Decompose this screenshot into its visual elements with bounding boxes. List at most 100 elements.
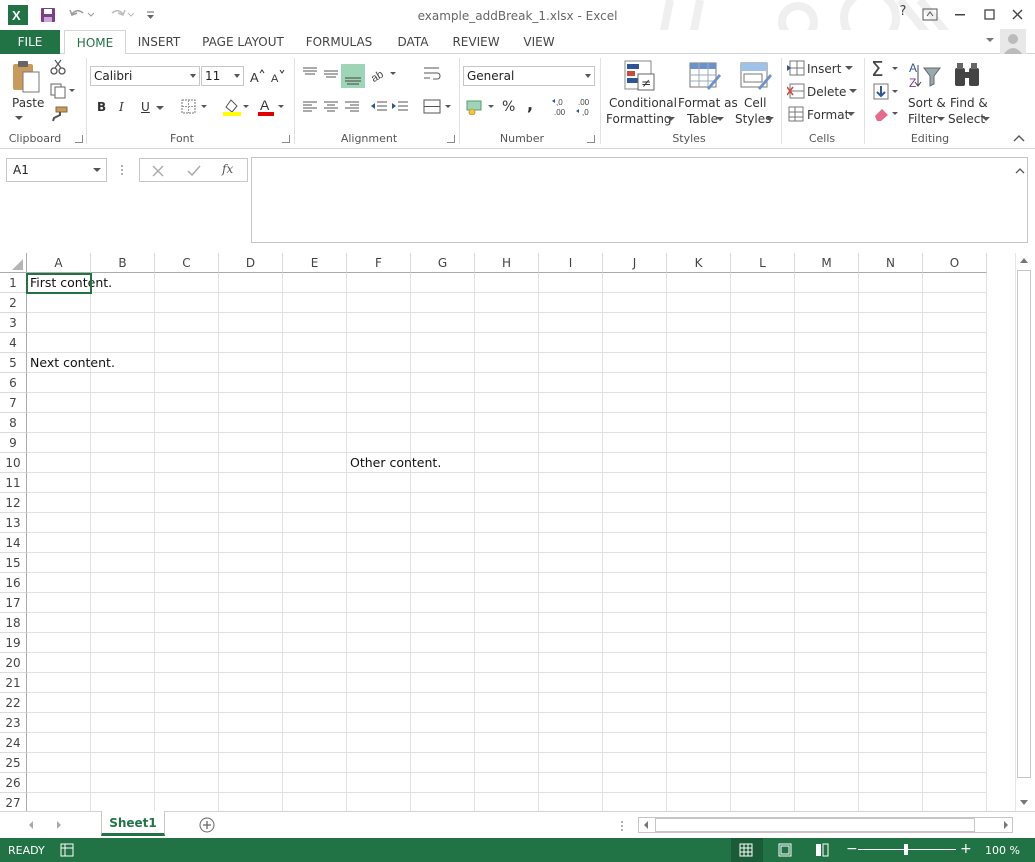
conditional-formatting-label-1[interactable]: Conditional: [609, 96, 677, 110]
normal-view-icon[interactable]: [739, 843, 753, 857]
wrap-text-icon[interactable]: [423, 66, 441, 82]
tab-splitter-icon[interactable]: [620, 819, 624, 833]
vertical-scroll-thumb[interactable]: [1017, 270, 1031, 778]
row-header-12[interactable]: 12: [0, 493, 27, 513]
row-header-13[interactable]: 13: [0, 513, 27, 533]
format-as-table-icon[interactable]: [689, 60, 721, 92]
column-header-d[interactable]: D: [219, 253, 283, 273]
increase-decimal-icon[interactable]: ,0.00: [552, 97, 570, 117]
orientation-icon[interactable]: ab: [370, 66, 398, 82]
fill-icon[interactable]: [873, 83, 901, 101]
row-header-14[interactable]: 14: [0, 533, 27, 553]
conditional-formatting-icon[interactable]: ≠: [624, 60, 656, 92]
format-as-table-dropdown-icon[interactable]: [716, 117, 724, 122]
name-box[interactable]: A1: [6, 158, 107, 182]
number-launcher-icon[interactable]: [587, 135, 595, 143]
confirm-entry-icon[interactable]: [187, 165, 201, 177]
column-header-c[interactable]: C: [155, 253, 219, 273]
find-select-label-1[interactable]: Find &: [950, 96, 988, 110]
sort-filter-label-1[interactable]: Sort &: [908, 96, 946, 110]
scroll-down-icon[interactable]: [1019, 799, 1029, 807]
page-layout-view-icon[interactable]: [778, 843, 792, 857]
collapse-ribbon-icon[interactable]: [1013, 134, 1025, 142]
insert-cells-icon[interactable]: [787, 60, 805, 76]
cell-f10[interactable]: Other content.: [347, 453, 441, 473]
bottom-align-icon[interactable]: [341, 64, 365, 88]
close-icon[interactable]: [1012, 9, 1024, 21]
zoom-level[interactable]: 100 %: [985, 844, 1020, 857]
row-header-16[interactable]: 16: [0, 573, 27, 593]
user-avatar-icon[interactable]: [1000, 29, 1026, 55]
cell-a5[interactable]: Next content.: [27, 353, 115, 373]
tab-home[interactable]: HOME: [64, 30, 126, 55]
cell-styles-dropdown-icon[interactable]: [766, 117, 774, 122]
sort-filter-dropdown-icon[interactable]: [937, 117, 945, 122]
find-select-dropdown-icon[interactable]: [982, 117, 990, 122]
horizontal-scroll-thumb[interactable]: [655, 818, 975, 832]
cut-icon[interactable]: [50, 59, 66, 75]
column-header-j[interactable]: J: [603, 253, 667, 273]
column-header-o[interactable]: O: [923, 253, 987, 273]
bold-button[interactable]: B: [97, 100, 106, 114]
insert-function-button[interactable]: fx: [222, 162, 233, 176]
decrease-indent-icon[interactable]: [370, 100, 388, 114]
scroll-up-icon[interactable]: [1019, 256, 1029, 264]
row-header-5[interactable]: 5: [0, 353, 27, 373]
insert-cells-button[interactable]: Insert: [807, 62, 841, 76]
new-sheet-icon[interactable]: [199, 817, 215, 833]
autosum-icon[interactable]: Σ: [871, 58, 901, 78]
paste-dropdown-icon[interactable]: [15, 116, 23, 121]
clipboard-launcher-icon[interactable]: [75, 135, 83, 143]
decrease-decimal-icon[interactable]: .00,0: [576, 97, 594, 117]
fill-color-icon[interactable]: [222, 97, 250, 117]
percent-style-button[interactable]: %: [502, 99, 515, 115]
tab-review[interactable]: REVIEW: [450, 30, 502, 54]
tab-insert[interactable]: INSERT: [136, 30, 182, 54]
scroll-right-icon[interactable]: [1003, 821, 1009, 829]
row-header-21[interactable]: 21: [0, 673, 27, 693]
find-select-icon[interactable]: [953, 62, 983, 90]
row-header-8[interactable]: 8: [0, 413, 27, 433]
row-header-27[interactable]: 27: [0, 793, 27, 811]
tab-page-layout[interactable]: PAGE LAYOUT: [200, 30, 286, 54]
merge-center-icon[interactable]: [423, 99, 453, 115]
row-header-19[interactable]: 19: [0, 633, 27, 653]
cancel-entry-icon[interactable]: [152, 165, 164, 177]
alignment-launcher-icon[interactable]: [447, 135, 455, 143]
column-header-e[interactable]: E: [283, 253, 347, 273]
delete-cells-icon[interactable]: [787, 83, 805, 99]
sort-filter-icon[interactable]: AZ: [908, 60, 942, 92]
top-align-icon[interactable]: [302, 66, 318, 82]
paste-icon[interactable]: [11, 60, 41, 94]
scroll-left-icon[interactable]: [643, 821, 649, 829]
format-painter-icon[interactable]: [50, 106, 68, 122]
conditional-formatting-dropdown-icon[interactable]: [667, 117, 675, 122]
column-header-k[interactable]: K: [667, 253, 731, 273]
row-header-4[interactable]: 4: [0, 333, 27, 353]
select-all-corner[interactable]: [0, 253, 27, 273]
copy-icon[interactable]: [50, 83, 76, 99]
font-size-select[interactable]: 11: [201, 66, 244, 86]
delete-dropdown-icon[interactable]: [849, 89, 857, 94]
font-launcher-icon[interactable]: [282, 135, 290, 143]
increase-indent-icon[interactable]: [391, 100, 409, 114]
font-family-select[interactable]: Calibri: [90, 66, 200, 86]
accounting-format-icon[interactable]: [466, 99, 496, 115]
maximize-icon[interactable]: [984, 9, 996, 21]
paste-button[interactable]: Paste: [12, 96, 44, 110]
sort-filter-label-2[interactable]: Filter: [908, 112, 938, 126]
number-format-select[interactable]: General: [463, 66, 595, 86]
borders-icon[interactable]: [181, 99, 209, 115]
insert-dropdown-icon[interactable]: [845, 66, 853, 71]
column-header-g[interactable]: G: [411, 253, 475, 273]
delete-cells-button[interactable]: Delete: [807, 85, 846, 99]
row-header-18[interactable]: 18: [0, 613, 27, 633]
zoom-slider-thumb[interactable]: [904, 844, 908, 855]
tab-file[interactable]: FILE: [0, 30, 60, 54]
row-header-2[interactable]: 2: [0, 293, 27, 313]
macro-recording-icon[interactable]: [60, 843, 74, 857]
format-cells-button[interactable]: Format: [807, 108, 849, 122]
column-header-a[interactable]: A: [27, 253, 91, 273]
formula-input[interactable]: [251, 157, 1028, 243]
middle-align-icon[interactable]: [323, 66, 339, 82]
